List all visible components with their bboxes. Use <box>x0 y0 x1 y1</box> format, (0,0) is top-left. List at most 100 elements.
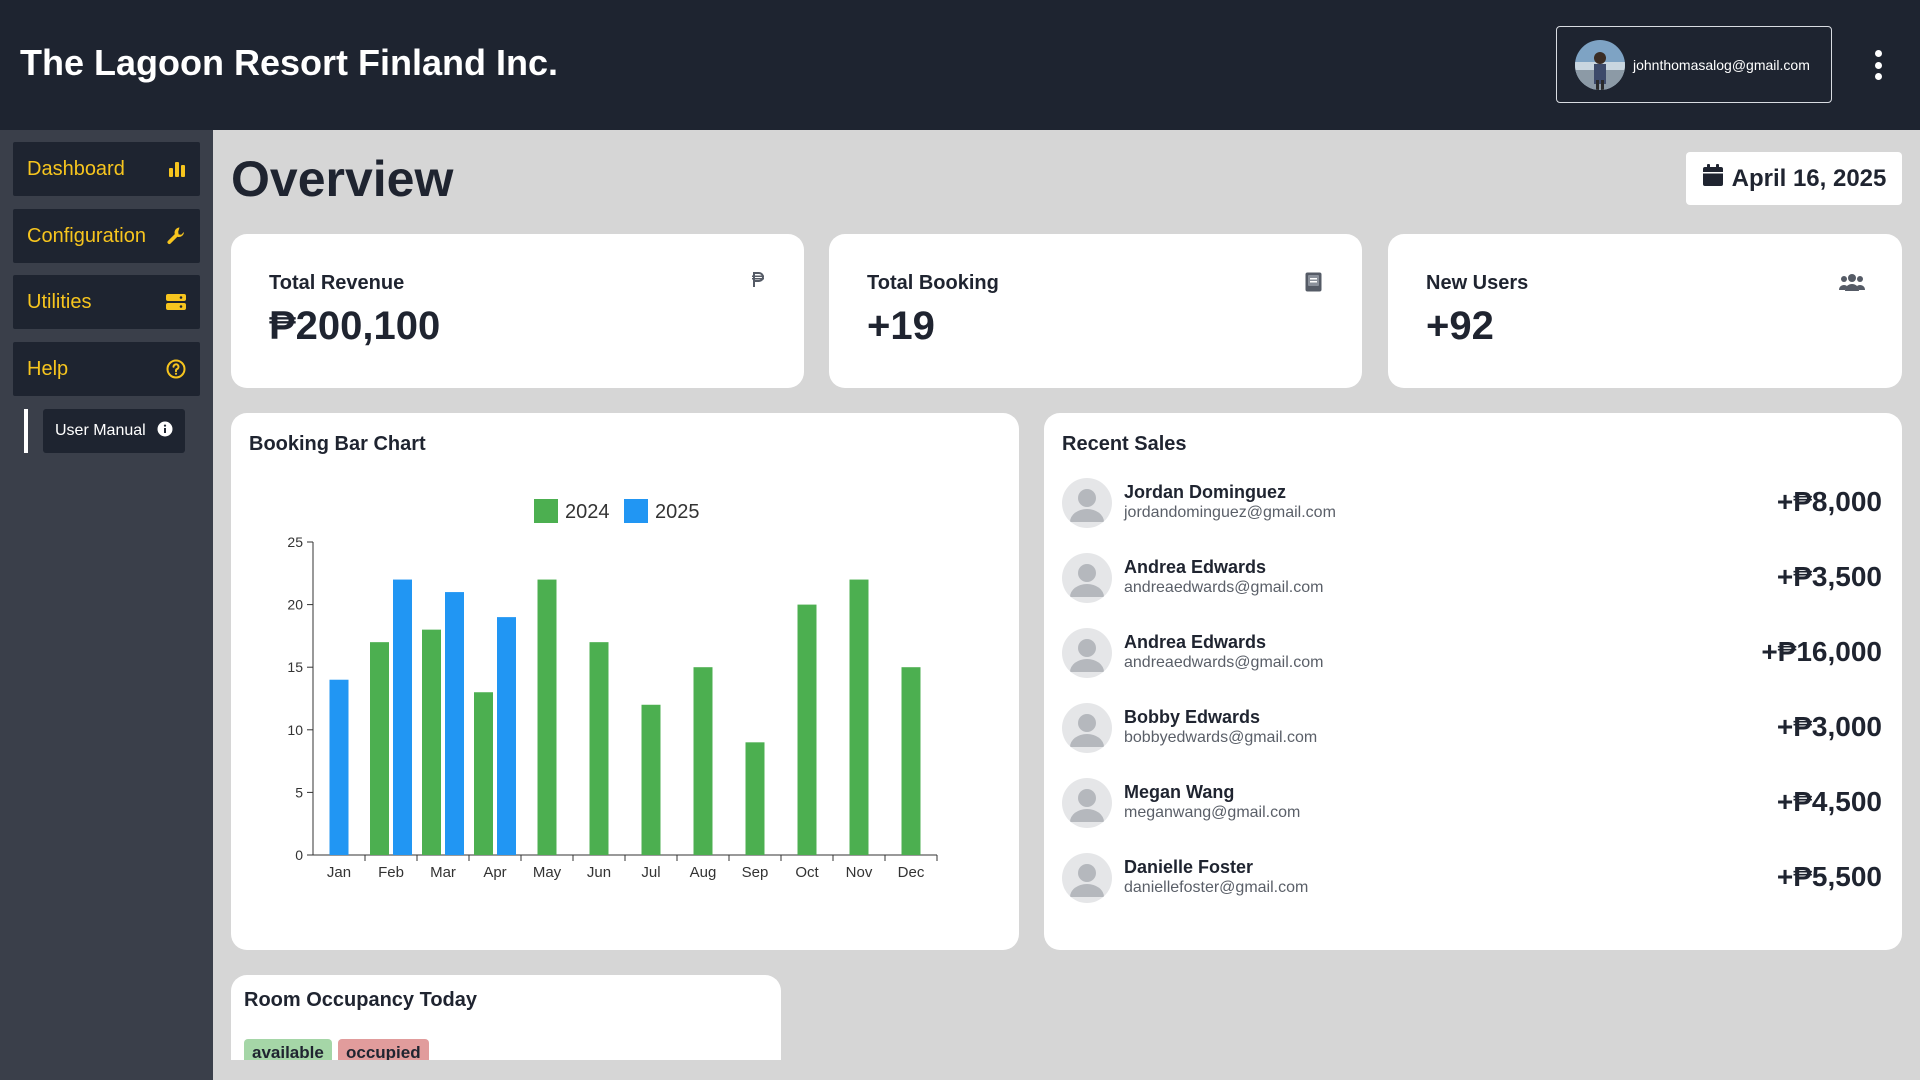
stat-value: +92 <box>1426 304 1494 348</box>
x-tick-label: Jul <box>641 864 660 881</box>
bar-2024-sep <box>745 742 765 855</box>
sale-amount: +₱4,500 <box>1776 786 1882 817</box>
customer-name: Danielle Foster <box>1124 857 1254 877</box>
room-occupancy-panel: Room Occupancy Today available occupied <box>231 975 781 1060</box>
bar-2024-apr <box>474 692 493 855</box>
sidebar-item-label: Dashboard <box>27 157 125 180</box>
customer-name: Andrea Edwards <box>1124 557 1267 577</box>
sidebar-item-utilities[interactable]: Utilities <box>13 275 200 329</box>
sidebar-item-label: Help <box>27 357 69 380</box>
x-tick-label: Nov <box>846 864 873 881</box>
question-circle-icon <box>166 359 186 379</box>
bar-chart-icon <box>168 160 186 178</box>
avatar <box>1062 553 1112 603</box>
bar-2024-jul <box>641 704 661 855</box>
x-tick-label: Jun <box>587 864 611 881</box>
list-item: Bobby Edwards bobbyedwards@gmail.com +₱3,0… <box>1062 703 1882 755</box>
bar-2025-jan <box>329 679 349 855</box>
customer-name: Jordan Dominguez <box>1124 482 1287 502</box>
legend-label-2024: 2024 <box>565 501 610 523</box>
booking-bar-chart: 0510152025Jan Feb Mar Apr May Jun Jul Aug Sep Oct… <box>287 499 938 881</box>
stat-card-revenue: Total Revenue ₱200,100 <box>231 234 804 388</box>
booking-chart-panel: Booking Bar Chart 0 5 10 15 20 25 Jan Feb Mar Apr… <box>231 413 1019 950</box>
page-title: Overview <box>231 151 454 207</box>
stat-card-booking: Total Booking +19 <box>829 234 1362 388</box>
status-badge-available: available <box>244 1039 332 1060</box>
bar-2025-mar <box>445 592 464 855</box>
sale-amount: +₱8,000 <box>1776 486 1882 517</box>
y-tick-label: 25 <box>287 534 303 550</box>
avatar <box>1062 478 1112 528</box>
wrench-icon <box>166 226 186 246</box>
list-item: Jordan Dominguez jordandominguez@gmail.co… <box>1062 478 1882 530</box>
customer-email: andreaedwards@gmail.com <box>1124 579 1324 596</box>
users-icon <box>1839 272 1865 297</box>
sidebar-subitem-user-manual[interactable]: User Manual <box>43 409 185 453</box>
peso-icon <box>751 272 765 293</box>
avatar <box>1062 853 1112 903</box>
bar-2024-nov <box>849 579 869 855</box>
sidebar-item-label: Configuration <box>27 224 146 247</box>
customer-name: Bobby Edwards <box>1124 707 1261 727</box>
recent-sales-panel: Recent Sales Jordan Dominguez jordandomin… <box>1044 413 1902 950</box>
date-text: April 16, 2025 <box>1731 164 1887 192</box>
legend-label-2025: 2025 <box>655 501 700 523</box>
list-item: Danielle Foster daniellefoster@gmail.com +… <box>1062 853 1882 905</box>
info-icon <box>157 421 173 442</box>
avatar <box>1062 703 1112 753</box>
customer-email: jordandominguez@gmail.com <box>1124 504 1336 521</box>
sidebar-item-dashboard[interactable]: Dashboard <box>13 142 200 196</box>
avatar <box>1062 628 1112 678</box>
more-options-icon[interactable] <box>1872 50 1884 80</box>
user-account-chip[interactable]: johnthomasalog@gmail.com <box>1556 26 1832 103</box>
bar-2024-aug <box>693 667 713 855</box>
avatar <box>1062 778 1112 828</box>
user-avatar <box>1575 39 1625 90</box>
book-icon <box>1305 272 1322 297</box>
customer-email: bobbyedwards@gmail.com <box>1124 729 1318 746</box>
stat-label: New Users <box>1426 272 1529 294</box>
bar-2025-apr <box>497 617 516 855</box>
sidebar: Dashboard Configuration Utilities Help U… <box>0 130 213 1080</box>
bar-2024-may <box>537 579 557 855</box>
bar-2024-mar <box>422 629 441 855</box>
panel-title: Recent Sales <box>1062 433 1187 455</box>
bar-2025-feb <box>393 579 412 855</box>
legend-swatch-2024 <box>534 499 558 523</box>
x-tick-label: Aug <box>690 864 717 881</box>
stat-value: ₱200,100 <box>269 304 441 348</box>
submenu-indicator <box>24 409 28 453</box>
sale-amount: +₱5,500 <box>1776 861 1882 892</box>
calendar-icon <box>1702 163 1724 194</box>
y-tick-label: 5 <box>295 784 303 800</box>
sale-amount: +₱16,000 <box>1761 636 1882 667</box>
list-item: Andrea Edwards andreaedwards@gmail.com +₱1… <box>1062 628 1882 680</box>
sidebar-item-help[interactable]: Help <box>13 342 200 396</box>
x-tick-label: Apr <box>483 864 506 881</box>
stat-label: Total Booking <box>867 272 999 294</box>
bar-2024-dec <box>901 667 921 855</box>
x-tick-label: Dec <box>898 864 925 881</box>
stat-card-users: New Users +92 <box>1388 234 1902 388</box>
sidebar-item-configuration[interactable]: Configuration <box>13 209 200 263</box>
stat-value: +19 <box>867 304 935 348</box>
y-tick-label: 20 <box>287 597 303 613</box>
x-tick-label: Mar <box>430 864 456 881</box>
customer-name: Andrea Edwards <box>1124 632 1267 652</box>
bar-2024-feb <box>370 642 389 855</box>
customer-email: daniellefoster@gmail.com <box>1124 879 1309 896</box>
date-display: April 16, 2025 <box>1686 152 1902 205</box>
user-email: johnthomasalog@gmail.com <box>1633 56 1810 73</box>
sale-amount: +₱3,000 <box>1776 711 1882 742</box>
top-bar: The Lagoon Resort Finland Inc. johnthoma… <box>0 0 1920 130</box>
y-tick-label: 0 <box>295 847 303 863</box>
x-tick-label: Feb <box>378 864 404 881</box>
list-item: Andrea Edwards andreaedwards@gmail.com +₱3… <box>1062 553 1882 605</box>
customer-email: meganwang@gmail.com <box>1124 804 1301 821</box>
sidebar-item-label: Utilities <box>27 290 92 313</box>
panel-title: Room Occupancy Today <box>244 989 478 1011</box>
status-badge-occupied: occupied <box>338 1039 429 1060</box>
x-tick-label: Jan <box>327 864 351 881</box>
legend-swatch-2025 <box>624 499 648 523</box>
customer-email: andreaedwards@gmail.com <box>1124 654 1324 671</box>
